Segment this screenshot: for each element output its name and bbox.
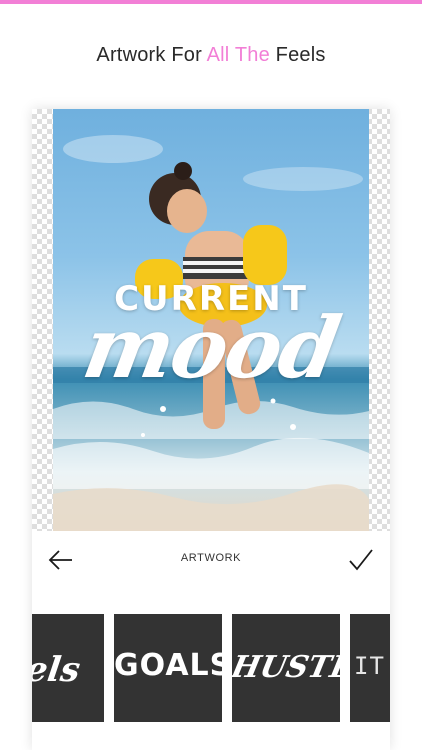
artwork-tile-label: Feels	[32, 650, 83, 690]
app-screen: CURRENT mood ARTWORK Feels GOALS HUSTLE	[32, 109, 390, 750]
overlay-text-mood[interactable]: mood	[53, 298, 369, 397]
editor-canvas: CURRENT mood	[32, 109, 390, 531]
artwork-tile-its[interactable]: IT'S	[350, 614, 390, 722]
toolbar-title: ARTWORK	[180, 552, 242, 564]
promo-headline: Artwork For All The Feels	[0, 44, 422, 67]
confirm-button[interactable]	[348, 547, 374, 573]
headline-suffix: Feels	[269, 44, 326, 66]
beach-photo[interactable]: CURRENT mood	[53, 109, 369, 531]
artwork-tile-label: HUSTLE	[232, 650, 340, 685]
artwork-tile-hustle[interactable]: HUSTLE	[232, 614, 340, 722]
headline-highlight: All The	[206, 44, 270, 66]
checkmark-icon	[349, 549, 373, 571]
artwork-tile-label: IT'S	[354, 652, 390, 680]
headline-prefix: Artwork For	[96, 44, 207, 66]
artwork-carousel[interactable]: Feels GOALS HUSTLE IT'S	[32, 589, 390, 750]
artwork-tile-goals[interactable]: GOALS	[114, 614, 222, 722]
artwork-tile-feels[interactable]: Feels	[32, 614, 104, 722]
accent-top-bar	[0, 0, 422, 4]
editor-toolbar: ARTWORK	[32, 531, 390, 589]
artwork-tile-label: GOALS	[114, 648, 222, 683]
